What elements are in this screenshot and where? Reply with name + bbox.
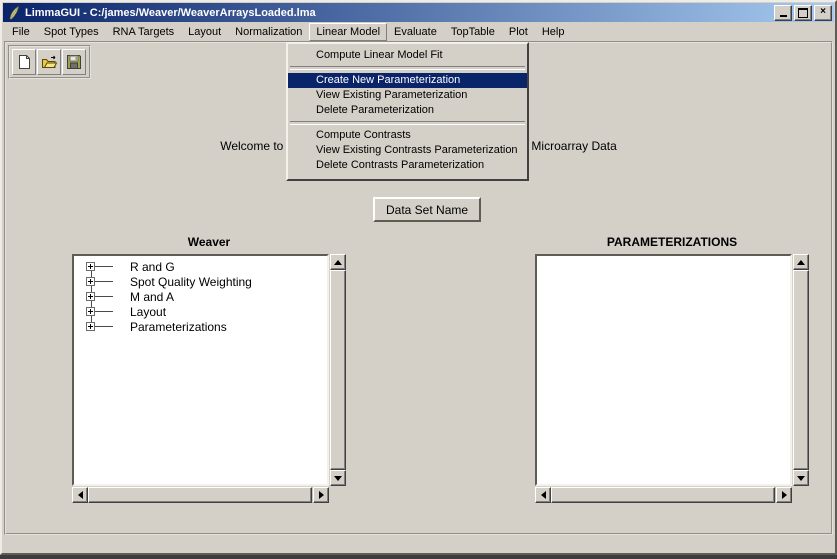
menu-item-view-existing-parameterization[interactable]: View Existing Parameterization — [288, 88, 527, 103]
menu-item-create-new-parameterization[interactable]: Create New Parameterization — [288, 73, 527, 88]
left-panel-title: Weaver — [72, 235, 346, 254]
tree-row[interactable]: M and A — [74, 289, 327, 304]
open-folder-icon — [41, 54, 58, 70]
new-file-icon — [17, 54, 32, 70]
tree-branch-line — [95, 311, 113, 312]
tree-row[interactable]: Parameterizations — [74, 319, 327, 334]
left-panel-horizontal-scrollbar[interactable] — [72, 487, 329, 503]
scroll-right-button[interactable] — [776, 487, 792, 503]
scroll-left-button[interactable] — [535, 487, 551, 503]
menu-item-delete-contrasts-parameterization[interactable]: Delete Contrasts Parameterization — [288, 158, 527, 173]
menu-item-delete-parameterization[interactable]: Delete Parameterization — [288, 103, 527, 118]
expand-plus-icon[interactable] — [86, 307, 95, 316]
window-title: LimmaGUI - C:/james/Weaver/WeaverArraysL… — [25, 7, 316, 19]
arrow-left-icon — [78, 491, 83, 499]
minimize-icon — [780, 15, 787, 17]
left-panel-vertical-scrollbar[interactable] — [330, 254, 346, 486]
tree-row[interactable]: Layout — [74, 304, 327, 319]
menu-separator — [290, 66, 525, 70]
new-file-button[interactable] — [12, 49, 36, 75]
dataset-tree: R and G Spot Quality Weighting M and A — [74, 259, 327, 334]
vertical-scroll-thumb[interactable] — [330, 270, 346, 470]
tree-row[interactable]: R and G — [74, 259, 327, 274]
arrow-right-icon — [782, 491, 787, 499]
arrow-down-icon — [334, 476, 342, 481]
tree-item-label[interactable]: R and G — [130, 260, 175, 274]
scroll-left-button[interactable] — [72, 487, 88, 503]
open-file-button[interactable] — [37, 49, 61, 75]
vertical-scroll-thumb[interactable] — [793, 270, 809, 470]
save-floppy-icon — [66, 54, 82, 70]
menu-layout[interactable]: Layout — [181, 23, 228, 41]
dataset-tree-listbox[interactable]: R and G Spot Quality Weighting M and A — [72, 254, 329, 486]
menu-file[interactable]: File — [5, 23, 37, 41]
scroll-up-button[interactable] — [793, 254, 809, 270]
menu-separator — [290, 121, 525, 125]
expand-plus-icon[interactable] — [86, 277, 95, 286]
menu-rna-targets[interactable]: RNA Targets — [106, 23, 182, 41]
menu-toptable[interactable]: TopTable — [444, 23, 502, 41]
tree-item-label[interactable]: Parameterizations — [130, 320, 227, 334]
scrollbar-corner — [330, 487, 346, 503]
close-button[interactable]: × — [814, 5, 832, 21]
tree-item-label[interactable]: M and A — [130, 290, 174, 304]
menubar: File Spot Types RNA Targets Layout Norma… — [3, 23, 834, 41]
tree-branch-line — [95, 266, 113, 267]
parameterizations-listbox[interactable] — [535, 254, 792, 486]
menu-normalization[interactable]: Normalization — [228, 23, 309, 41]
menu-linear-model[interactable]: Linear Model — [309, 23, 387, 41]
menu-item-compute-linear-model-fit[interactable]: Compute Linear Model Fit — [288, 48, 527, 63]
scroll-up-button[interactable] — [330, 254, 346, 270]
save-file-button[interactable] — [62, 49, 86, 75]
scroll-down-button[interactable] — [330, 470, 346, 486]
horizontal-scroll-thumb[interactable] — [551, 487, 775, 503]
window-controls: × — [774, 5, 832, 21]
titlebar[interactable]: LimmaGUI - C:/james/Weaver/WeaverArraysL… — [3, 3, 834, 22]
tree-branch-line — [95, 296, 113, 297]
tree-branch-line — [95, 281, 113, 282]
close-icon: × — [820, 7, 826, 17]
scroll-right-button[interactable] — [313, 487, 329, 503]
maximize-button[interactable] — [794, 5, 812, 21]
scroll-down-button[interactable] — [793, 470, 809, 486]
tree-item-label[interactable]: Layout — [130, 305, 166, 319]
left-panel: Weaver R and G Spot Quality Weighting — [72, 235, 346, 503]
linear-model-dropdown-menu: Compute Linear Model Fit Create New Para… — [286, 42, 529, 181]
scrollbar-corner — [793, 487, 809, 503]
arrow-up-icon — [797, 260, 805, 265]
menu-help[interactable]: Help — [535, 23, 572, 41]
maximize-icon — [798, 8, 808, 18]
tree-branch-line — [95, 326, 113, 327]
expand-plus-icon[interactable] — [86, 292, 95, 301]
tree-row[interactable]: Spot Quality Weighting — [74, 274, 327, 289]
horizontal-scroll-thumb[interactable] — [88, 487, 312, 503]
arrow-left-icon — [541, 491, 546, 499]
right-panel-title: PARAMETERIZATIONS — [535, 235, 809, 254]
right-panel-horizontal-scrollbar[interactable] — [535, 487, 792, 503]
tk-feather-icon — [6, 6, 22, 20]
arrow-down-icon — [797, 476, 805, 481]
menu-item-compute-contrasts[interactable]: Compute Contrasts — [288, 128, 527, 143]
data-set-name-button[interactable]: Data Set Name — [373, 197, 481, 222]
tree-item-label[interactable]: Spot Quality Weighting — [130, 275, 252, 289]
expand-plus-icon[interactable] — [86, 262, 95, 271]
arrow-up-icon — [334, 260, 342, 265]
app-window: LimmaGUI - C:/james/Weaver/WeaverArraysL… — [0, 0, 837, 555]
right-panel-vertical-scrollbar[interactable] — [793, 254, 809, 486]
menu-evaluate[interactable]: Evaluate — [387, 23, 444, 41]
expand-plus-icon[interactable] — [86, 322, 95, 331]
menu-plot[interactable]: Plot — [502, 23, 535, 41]
minimize-button[interactable] — [774, 5, 792, 21]
menu-spot-types[interactable]: Spot Types — [37, 23, 106, 41]
menu-item-view-existing-contrasts-parameterization[interactable]: View Existing Contrasts Parameterization — [288, 143, 527, 158]
arrow-right-icon — [319, 491, 324, 499]
toolbar — [8, 45, 91, 79]
right-panel: PARAMETERIZATIONS — [535, 235, 809, 503]
